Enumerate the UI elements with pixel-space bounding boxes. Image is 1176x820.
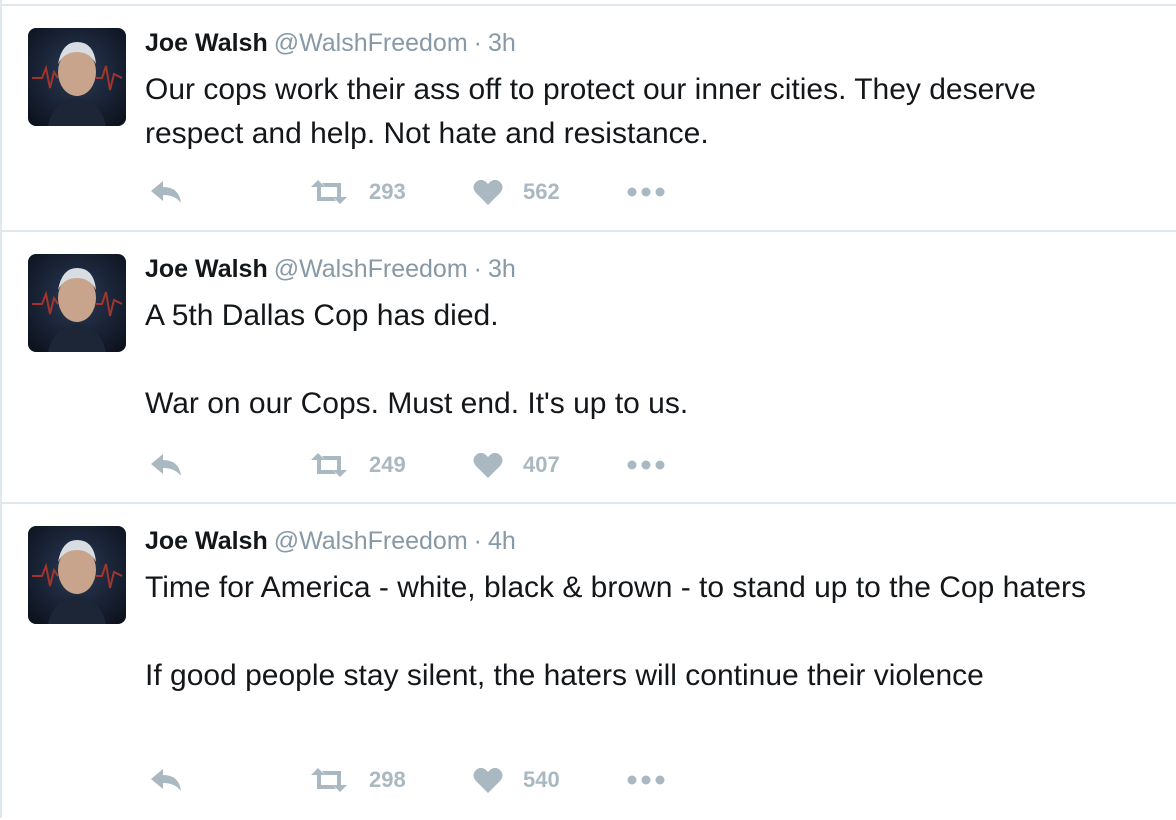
author-name[interactable]: Joe Walsh (145, 29, 268, 57)
tweet-text: Time for America - white, black & brown … (145, 571, 1086, 692)
retweet-count: 293 (369, 179, 406, 204)
heart-icon (473, 179, 503, 205)
tweet-text: Our cops work their ass off to protect o… (145, 73, 1045, 150)
author-name[interactable]: Joe Walsh (145, 527, 268, 555)
separator: · (473, 527, 482, 555)
tweet-content: Joe Walsh @WalshFreedom · 3h Our cops work … (145, 6, 1156, 232)
reply-button[interactable] (149, 172, 183, 212)
reply-button[interactable] (149, 445, 183, 485)
like-button[interactable]: 407 (473, 445, 560, 485)
tweet-content: Joe Walsh @WalshFreedom · 3h A 5th Dallas C… (145, 232, 1156, 504)
like-count: 407 (523, 452, 560, 477)
tweet-content: Joe Walsh @WalshFreedom · 4h Time for Ameri… (145, 504, 1156, 820)
author-name[interactable]: Joe Walsh (145, 255, 268, 283)
reply-button[interactable] (149, 760, 183, 800)
author-handle[interactable]: @WalshFreedom (274, 255, 468, 283)
retweet-button[interactable]: 293 (309, 172, 406, 212)
tweet[interactable]: Joe Walsh @WalshFreedom · 4h Time for Ameri… (2, 502, 1176, 820)
avatar[interactable] (28, 526, 126, 624)
more-dots-icon (627, 460, 665, 470)
tweet[interactable]: Joe Walsh @WalshFreedom · 3h Our cops work … (2, 4, 1176, 232)
author-handle[interactable]: @WalshFreedom (274, 527, 468, 555)
heart-icon (473, 767, 503, 793)
retweet-button[interactable]: 249 (309, 445, 406, 485)
reply-icon (151, 769, 181, 791)
avatar[interactable] (28, 28, 126, 126)
more-button[interactable] (627, 760, 665, 800)
tweet-feed: Joe Walsh @WalshFreedom · 3h Our cops work … (0, 0, 1176, 818)
more-dots-icon (627, 187, 665, 197)
heart-icon (473, 452, 503, 478)
reply-icon (151, 454, 181, 476)
tweet-time[interactable]: 3h (488, 29, 516, 57)
tweet-header: Joe Walsh @WalshFreedom · 4h (145, 526, 516, 556)
more-button[interactable] (627, 445, 665, 485)
tweet-text: A 5th Dallas Cop has died. War on our Co… (145, 299, 689, 420)
tweet-time[interactable]: 4h (488, 527, 516, 555)
retweet-count: 298 (369, 767, 406, 792)
more-dots-icon (627, 775, 665, 785)
retweet-count: 249 (369, 452, 406, 477)
reply-icon (151, 181, 181, 203)
like-button[interactable]: 540 (473, 760, 560, 800)
tweet-header: Joe Walsh @WalshFreedom · 3h (145, 28, 516, 58)
more-button[interactable] (627, 172, 665, 212)
like-button[interactable]: 562 (473, 172, 560, 212)
retweet-icon (311, 768, 347, 792)
avatar[interactable] (28, 254, 126, 352)
retweet-icon (311, 180, 347, 204)
separator: · (473, 255, 482, 283)
tweet-time[interactable]: 3h (488, 255, 516, 283)
like-count: 540 (523, 767, 560, 792)
tweet[interactable]: Joe Walsh @WalshFreedom · 3h A 5th Dallas C… (2, 230, 1176, 504)
tweet-header: Joe Walsh @WalshFreedom · 3h (145, 254, 516, 284)
author-handle[interactable]: @WalshFreedom (274, 29, 468, 57)
retweet-button[interactable]: 298 (309, 760, 406, 800)
separator: · (473, 29, 482, 57)
like-count: 562 (523, 179, 560, 204)
retweet-icon (311, 453, 347, 477)
